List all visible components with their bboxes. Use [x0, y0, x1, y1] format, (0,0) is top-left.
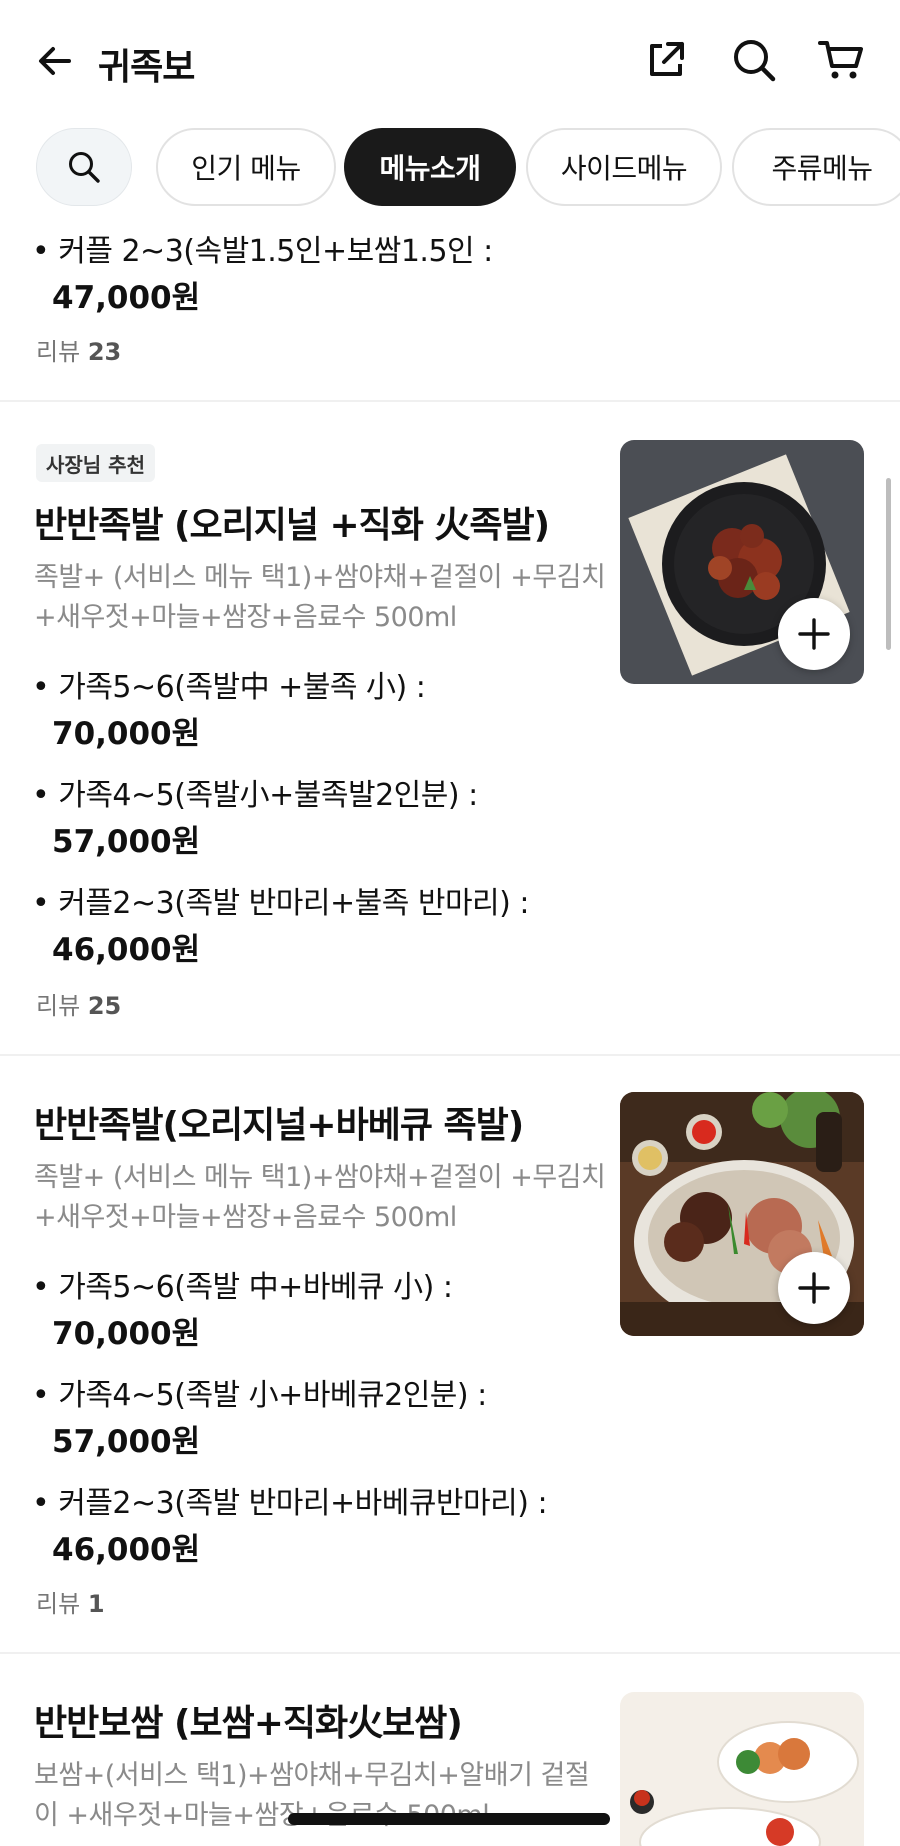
review-count: 리뷰 25 [36, 992, 122, 1020]
menu-item-description: 족발+ (서비스 메뉴 택1)+쌈야채+겉절이 +무김치+새우젓+마늘+쌈장+음… [34, 1162, 606, 1233]
share-button[interactable] [640, 34, 692, 86]
menu-item-title[interactable]: 반반족발 (오리지널 +직화 火족발) [34, 496, 550, 548]
cart-button[interactable] [815, 34, 867, 86]
option-label: • 커플2~3(족발 반마리+불족 반마리) : [32, 886, 530, 921]
option-label: • 가족5~6(족발中 +불족 小) : [32, 670, 426, 705]
menu-item-title[interactable]: 반반보쌈 (보쌈+직화火보쌈) [34, 1694, 463, 1746]
option-label: • 커플2~3(족발 반마리+바베큐반마리) : [32, 1486, 548, 1521]
share-icon [650, 42, 684, 76]
option-label: • 가족5~6(족발 中+바베큐 小) : [32, 1270, 453, 1305]
cart-icon [818, 41, 863, 79]
option-price: 46,000원 [52, 1532, 201, 1568]
plus-icon [798, 1272, 830, 1304]
divider [0, 400, 900, 402]
page-title: 귀족보 [98, 47, 195, 88]
option-price: 47,000원 [52, 280, 201, 316]
menu-item-description: 족발+ (서비스 메뉴 택1)+쌈야채+겉절이 +무김치+새우젓+마늘+쌈장+음… [34, 562, 606, 633]
option-price: 70,000원 [52, 716, 201, 752]
review-count: 리뷰 23 [36, 338, 122, 366]
arrow-left-icon [39, 47, 71, 75]
chip-popular-menu[interactable]: 인기 메뉴 [156, 128, 336, 206]
divider [0, 1652, 900, 1654]
add-to-cart-button[interactable] [778, 598, 850, 670]
option-price: 70,000원 [52, 1316, 201, 1352]
bossam-photo-image [620, 1692, 864, 1846]
home-indicator[interactable] [288, 1813, 610, 1825]
option-price: 46,000원 [52, 932, 201, 968]
category-chip-bar: 인기 메뉴 메뉴소개 사이드메뉴 주류메뉴 [0, 122, 900, 214]
option-price: 57,000원 [52, 1424, 201, 1460]
owner-recommend-badge: 사장님 추천 [36, 444, 155, 482]
option-label: • 커플 2~3(속발1.5인+보쌈1.5인 : [32, 234, 493, 269]
option-price: 57,000원 [52, 824, 201, 860]
review-count: 리뷰 1 [36, 1590, 105, 1618]
add-to-cart-button[interactable] [778, 1252, 850, 1324]
chip-liquor-menu[interactable]: 주류메뉴 [732, 128, 900, 206]
search-icon [734, 40, 776, 82]
search-icon [69, 152, 100, 183]
top-bar: 귀족보 [0, 0, 900, 122]
search-button[interactable] [728, 34, 780, 86]
option-label: • 가족4~5(족발小+불족발2인분) : [32, 778, 478, 813]
chip-side-menu[interactable]: 사이드메뉴 [526, 128, 722, 206]
scrollbar[interactable] [886, 478, 891, 650]
back-button[interactable] [30, 36, 80, 86]
divider [0, 1054, 900, 1056]
chip-menu-intro[interactable]: 메뉴소개 [344, 128, 516, 206]
chip-search-button[interactable] [36, 128, 132, 206]
menu-item-photo[interactable] [620, 1692, 864, 1846]
option-label: • 가족4~5(족발 小+바베큐2인분) : [32, 1378, 487, 1413]
menu-item-title[interactable]: 반반족발(오리지널+바베큐 족발) [34, 1096, 524, 1148]
plus-icon [798, 618, 830, 650]
